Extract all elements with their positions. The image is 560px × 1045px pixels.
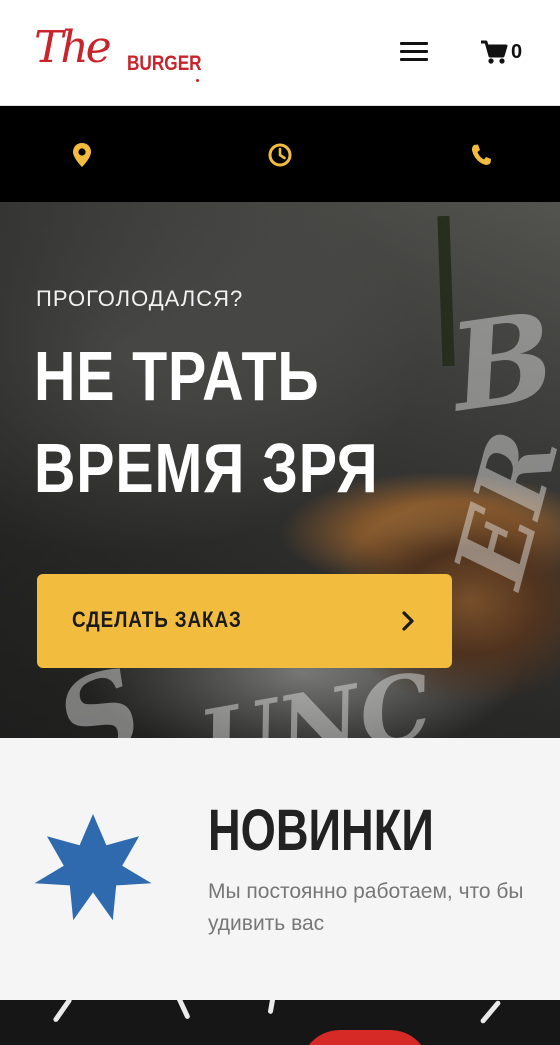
new-items-section: НОВИНКИ Мы постоянно работаем, что бы уд… bbox=[0, 738, 560, 1000]
hero-title: НЕ ТРАТЬ ВРЕМЯ ЗРЯ bbox=[34, 330, 379, 514]
hero-subtitle: ПРОГОЛОДАЛСЯ? bbox=[36, 286, 244, 311]
hero-title-line: ВРЕМЯ ЗРЯ bbox=[34, 429, 379, 507]
logo-dot bbox=[196, 79, 199, 82]
hero-banner: B ER S UNC ПРОГОЛОДАЛСЯ? НЕ ТРАТЬ ВРЕМЯ … bbox=[0, 202, 560, 738]
order-button[interactable]: СДЕЛАТЬ ЗАКАЗ bbox=[37, 574, 452, 668]
brush-lettering: B bbox=[442, 285, 560, 440]
chevron-right-icon bbox=[402, 611, 414, 631]
logo-script: The bbox=[34, 22, 112, 73]
star-badge-icon bbox=[34, 814, 152, 921]
section-description: Мы постоянно работаем, что бы удивить ва… bbox=[208, 880, 524, 935]
hero-title-line: НЕ ТРАТЬ bbox=[34, 337, 320, 415]
phone-icon[interactable] bbox=[469, 142, 493, 168]
order-button-label: СДЕЛАТЬ ЗАКАЗ bbox=[72, 607, 242, 632]
cart-count: 0 bbox=[511, 40, 523, 63]
food-image bbox=[300, 1030, 430, 1045]
location-pin-icon[interactable] bbox=[70, 142, 94, 168]
hamburger-menu-icon[interactable] bbox=[400, 40, 430, 64]
clock-icon[interactable] bbox=[268, 142, 292, 168]
info-bar bbox=[0, 106, 560, 202]
logo-word: BURGER bbox=[127, 52, 202, 75]
section-title: НОВИНКИ bbox=[208, 798, 434, 863]
promo-teaser bbox=[0, 1000, 560, 1045]
cart-button[interactable]: 0 bbox=[480, 38, 522, 66]
logo[interactable]: The BURGER bbox=[34, 22, 204, 84]
site-header: The BURGER 0 bbox=[0, 0, 560, 106]
shopping-cart-icon bbox=[481, 40, 508, 64]
